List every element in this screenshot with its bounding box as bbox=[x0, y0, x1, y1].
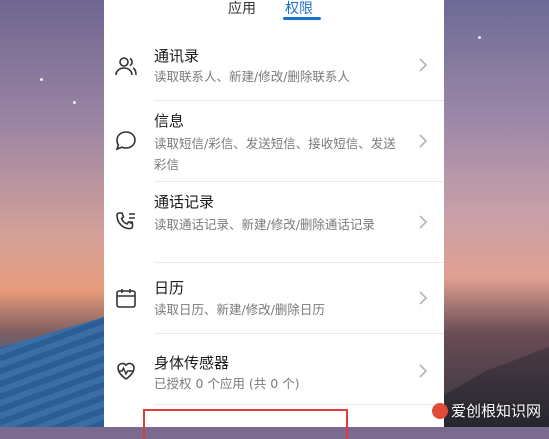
tab-indicator bbox=[283, 17, 321, 20]
message-icon bbox=[115, 131, 136, 151]
call-log-icon bbox=[116, 212, 135, 230]
chevron-right-icon bbox=[419, 364, 428, 378]
chevron-right-icon bbox=[419, 58, 428, 72]
permission-desc: 读取短信/彩信、发送短信、接收短信、发送彩信 bbox=[154, 136, 396, 172]
permissions-panel: 应用 权限 通讯录 读取联系人、新建/修改/删除联系人 信息 读取短信/彩信、发… bbox=[104, 0, 444, 439]
permission-item-body-sensors[interactable]: 身体传感器 已授权 0 个应用 (共 0 个) bbox=[104, 334, 444, 404]
permission-item-messages[interactable]: 信息 读取短信/彩信、发送短信、接收短信、发送彩信 bbox=[104, 101, 444, 181]
permission-title: 身体传感器 bbox=[154, 354, 230, 372]
highlight-box bbox=[143, 409, 348, 439]
permission-title: 信息 bbox=[154, 112, 185, 130]
permission-desc: 已授权 0 个应用 (共 0 个) bbox=[154, 376, 300, 391]
chevron-right-icon bbox=[419, 215, 428, 229]
calendar-icon bbox=[116, 289, 136, 308]
star bbox=[40, 78, 43, 81]
star bbox=[73, 101, 76, 104]
chevron-right-icon bbox=[419, 291, 428, 305]
permission-title: 通讯录 bbox=[154, 47, 200, 65]
contacts-icon bbox=[115, 57, 137, 76]
permission-title: 日历 bbox=[154, 279, 185, 297]
permission-title: 通话记录 bbox=[154, 193, 215, 211]
chevron-right-icon bbox=[419, 134, 428, 148]
watermark: 爱创根知识网 bbox=[431, 400, 541, 421]
permission-item-call-log[interactable]: 通话记录 读取通话记录、新建/修改/删除通话记录 bbox=[104, 182, 444, 262]
permission-desc: 读取通话记录、新建/修改/删除通话记录 bbox=[154, 217, 375, 232]
tab-bar: 应用 权限 bbox=[104, 0, 444, 20]
permission-item-contacts[interactable]: 通讯录 读取联系人、新建/修改/删除联系人 bbox=[104, 40, 444, 100]
permission-item-calendar[interactable]: 日历 读取日历、新建/修改/删除日历 bbox=[104, 263, 444, 333]
watermark-logo-icon bbox=[431, 402, 448, 419]
tab-apps[interactable]: 应用 bbox=[228, 0, 256, 18]
divider bbox=[154, 404, 444, 405]
permission-desc: 读取联系人、新建/修改/删除联系人 bbox=[154, 69, 350, 84]
permission-desc: 读取日历、新建/修改/删除日历 bbox=[154, 302, 325, 317]
watermark-text: 爱创根知识网 bbox=[450, 402, 541, 420]
heart-rate-icon bbox=[117, 362, 135, 380]
star bbox=[478, 36, 481, 39]
tab-permissions[interactable]: 权限 bbox=[285, 0, 313, 18]
